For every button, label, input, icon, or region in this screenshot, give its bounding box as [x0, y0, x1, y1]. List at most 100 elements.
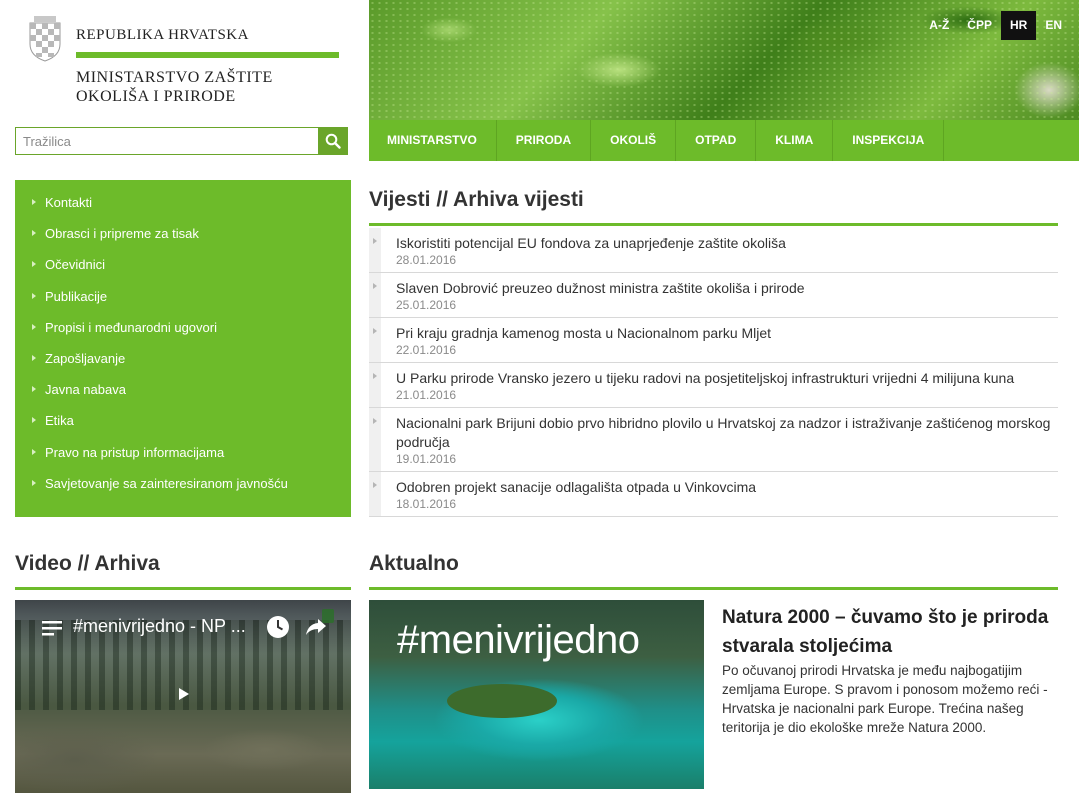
news-item-date: 19.01.2016: [396, 452, 457, 466]
chevron-right-icon: [32, 479, 36, 486]
channel-logo-icon: [322, 609, 334, 623]
news-item-title[interactable]: Nacionalni park Brijuni dobio prvo hibri…: [396, 414, 1058, 452]
ministry-logo[interactable]: REPUBLIKA HRVATSKA MINISTARSTVO ZAŠTITE …: [26, 14, 356, 114]
video-title[interactable]: #menivrijedno - NP ...: [73, 616, 246, 637]
chevron-right-icon: [373, 418, 377, 424]
sidebar-item-label: Očevidnici: [45, 257, 105, 273]
news-item-date: 28.01.2016: [396, 253, 457, 267]
chevron-right-icon: [373, 482, 377, 488]
nav-klima[interactable]: KLIMA: [756, 120, 834, 161]
sidebar-item-label: Obrasci i pripreme za tisak: [45, 226, 199, 242]
country-name: REPUBLIKA HRVATSKA: [76, 27, 249, 43]
news-item[interactable]: U Parku prirode Vransko jezero u tijeku …: [369, 363, 1058, 408]
nav-otpad[interactable]: OTPAD: [676, 120, 757, 161]
chevron-right-icon: [32, 323, 36, 330]
chevron-right-icon: [32, 292, 36, 299]
search-input[interactable]: [16, 128, 319, 154]
sidebar-menu: Kontakti Obrasci i pripreme za tisak Oče…: [15, 180, 351, 517]
main-navigation: MINISTARSTVO PRIRODA OKOLIŠ OTPAD KLIMA …: [369, 120, 1079, 161]
news-item[interactable]: Slaven Dobrović preuzeo dužnost ministra…: [369, 273, 1058, 318]
news-list: Iskoristiti potencijal EU fondova za una…: [369, 228, 1058, 517]
nav-okolis[interactable]: OKOLIŠ: [591, 120, 677, 161]
news-item[interactable]: Nacionalni park Brijuni dobio prvo hibri…: [369, 408, 1058, 472]
sidebar-item-savjetovanje[interactable]: Savjetovanje sa zainteresiranom javnošću: [15, 468, 351, 499]
nav-ministarstvo[interactable]: MINISTARSTVO: [369, 120, 497, 161]
sidebar-item-publikacije[interactable]: Publikacije: [15, 281, 351, 312]
news-item-date: 21.01.2016: [396, 388, 457, 402]
sidebar-item-label: Zapošljavanje: [45, 350, 126, 366]
news-item-gutter: [369, 318, 381, 362]
chevron-right-icon: [373, 328, 377, 334]
sidebar-item-label: Javna nabava: [45, 382, 126, 398]
aktualno-section-title: Aktualno: [369, 552, 459, 575]
news-item-title[interactable]: U Parku prirode Vransko jezero u tijeku …: [396, 369, 1058, 388]
chevron-right-icon: [32, 261, 36, 268]
sidebar-item-etika[interactable]: Etika: [15, 405, 351, 436]
aktualno-body: Po očuvanoj prirodi Hrvatska je među naj…: [722, 663, 1048, 735]
chevron-right-icon: [32, 386, 36, 393]
chevron-right-icon: [373, 283, 377, 289]
sidebar-item-obrasci[interactable]: Obrasci i pripreme za tisak: [15, 218, 351, 249]
ministry-name-line-1: MINISTARSTVO ZAŠTITE: [76, 69, 273, 86]
watch-later-icon[interactable]: [266, 615, 290, 639]
sidebar-item-zaposljavanje[interactable]: Zapošljavanje: [15, 343, 351, 374]
news-item-title[interactable]: Odobren projekt sanacije odlagališta otp…: [396, 478, 1058, 497]
chevron-right-icon: [32, 199, 36, 205]
search-button[interactable]: [318, 128, 347, 154]
ministry-name-line-2: OKOLIŠA I PRIRODE: [76, 88, 236, 105]
news-item-gutter: [369, 273, 381, 317]
news-item-date: 25.01.2016: [396, 298, 457, 312]
news-item-title[interactable]: Pri kraju gradnja kamenog mosta u Nacion…: [396, 324, 1058, 343]
chevron-right-icon: [32, 448, 36, 455]
search-icon: [325, 133, 341, 149]
news-item-gutter: [369, 363, 381, 407]
sidebar-item-pravo-na-pristup[interactable]: Pravo na pristup informacijama: [15, 437, 351, 468]
aktualno-section-rule: [369, 587, 1058, 590]
news-item[interactable]: Odobren projekt sanacije odlagališta otp…: [369, 472, 1058, 517]
chevron-right-icon: [32, 417, 36, 424]
sidebar-item-label: Propisi i međunarodni ugovori: [45, 319, 217, 335]
sidebar-item-propisi[interactable]: Propisi i međunarodni ugovori: [15, 312, 351, 343]
logo-divider: [76, 52, 339, 58]
island-shape: [447, 684, 557, 718]
nav-priroda[interactable]: PRIRODA: [497, 120, 592, 161]
news-item-date: 22.01.2016: [396, 343, 457, 357]
news-item-gutter: [369, 228, 381, 272]
sidebar-item-ocevidnici[interactable]: Očevidnici: [15, 249, 351, 280]
news-item-date: 18.01.2016: [396, 497, 457, 511]
news-item[interactable]: Iskoristiti potencijal EU fondova za una…: [369, 228, 1058, 273]
header-banner-image: A-Ž ČPP HR EN: [369, 0, 1079, 120]
chevron-right-icon: [373, 238, 377, 244]
chevron-right-icon: [32, 354, 36, 361]
video-section-title[interactable]: Video // Arhiva: [15, 552, 160, 576]
video-section-rule: [15, 587, 351, 590]
sidebar-item-javna-nabava[interactable]: Javna nabava: [15, 374, 351, 405]
news-item-title[interactable]: Iskoristiti potencijal EU fondova za una…: [396, 234, 1058, 253]
lang-hr[interactable]: HR: [1000, 11, 1037, 40]
language-switcher: A-Ž ČPP HR EN: [920, 11, 1071, 40]
ministry-name: MINISTARSTVO ZAŠTITE OKOLIŠA I PRIRODE: [76, 68, 273, 106]
aktualno-headline[interactable]: Natura 2000 – čuvamo što je priroda stva…: [722, 603, 1062, 661]
lang-cpp[interactable]: ČPP: [958, 11, 1001, 40]
video-player[interactable]: #menivrijedno - NP ...: [15, 600, 351, 793]
news-item-title[interactable]: Slaven Dobrović preuzeo dužnost ministra…: [396, 279, 1058, 298]
croatian-coat-of-arms-icon: [29, 16, 61, 62]
sidebar-item-label: Kontakti: [45, 195, 92, 210]
sidebar-item-label: Etika: [45, 413, 74, 429]
news-section-title[interactable]: Vijesti // Arhiva vijesti: [369, 188, 584, 212]
sidebar-item-label: Savjetovanje sa zainteresiranom javnošću: [45, 475, 288, 491]
aktualno-image[interactable]: #menivrijedno: [369, 600, 704, 789]
aktualno-image-caption: #menivrijedno: [397, 618, 640, 662]
news-item[interactable]: Pri kraju gradnja kamenog mosta u Nacion…: [369, 318, 1058, 363]
search-box: [15, 127, 348, 155]
nav-inspekcija[interactable]: INSPEKCIJA: [833, 120, 945, 161]
sidebar-item-label: Publikacije: [45, 288, 108, 304]
chevron-right-icon: [373, 373, 377, 379]
lang-az[interactable]: A-Ž: [920, 11, 958, 40]
playlist-icon[interactable]: [42, 620, 62, 636]
play-button-icon[interactable]: [163, 680, 203, 708]
chevron-right-icon: [32, 230, 36, 237]
lang-en[interactable]: EN: [1036, 11, 1071, 40]
sidebar-item-kontakti[interactable]: Kontakti: [15, 187, 351, 218]
sidebar-item-label: Pravo na pristup informacijama: [45, 444, 225, 460]
